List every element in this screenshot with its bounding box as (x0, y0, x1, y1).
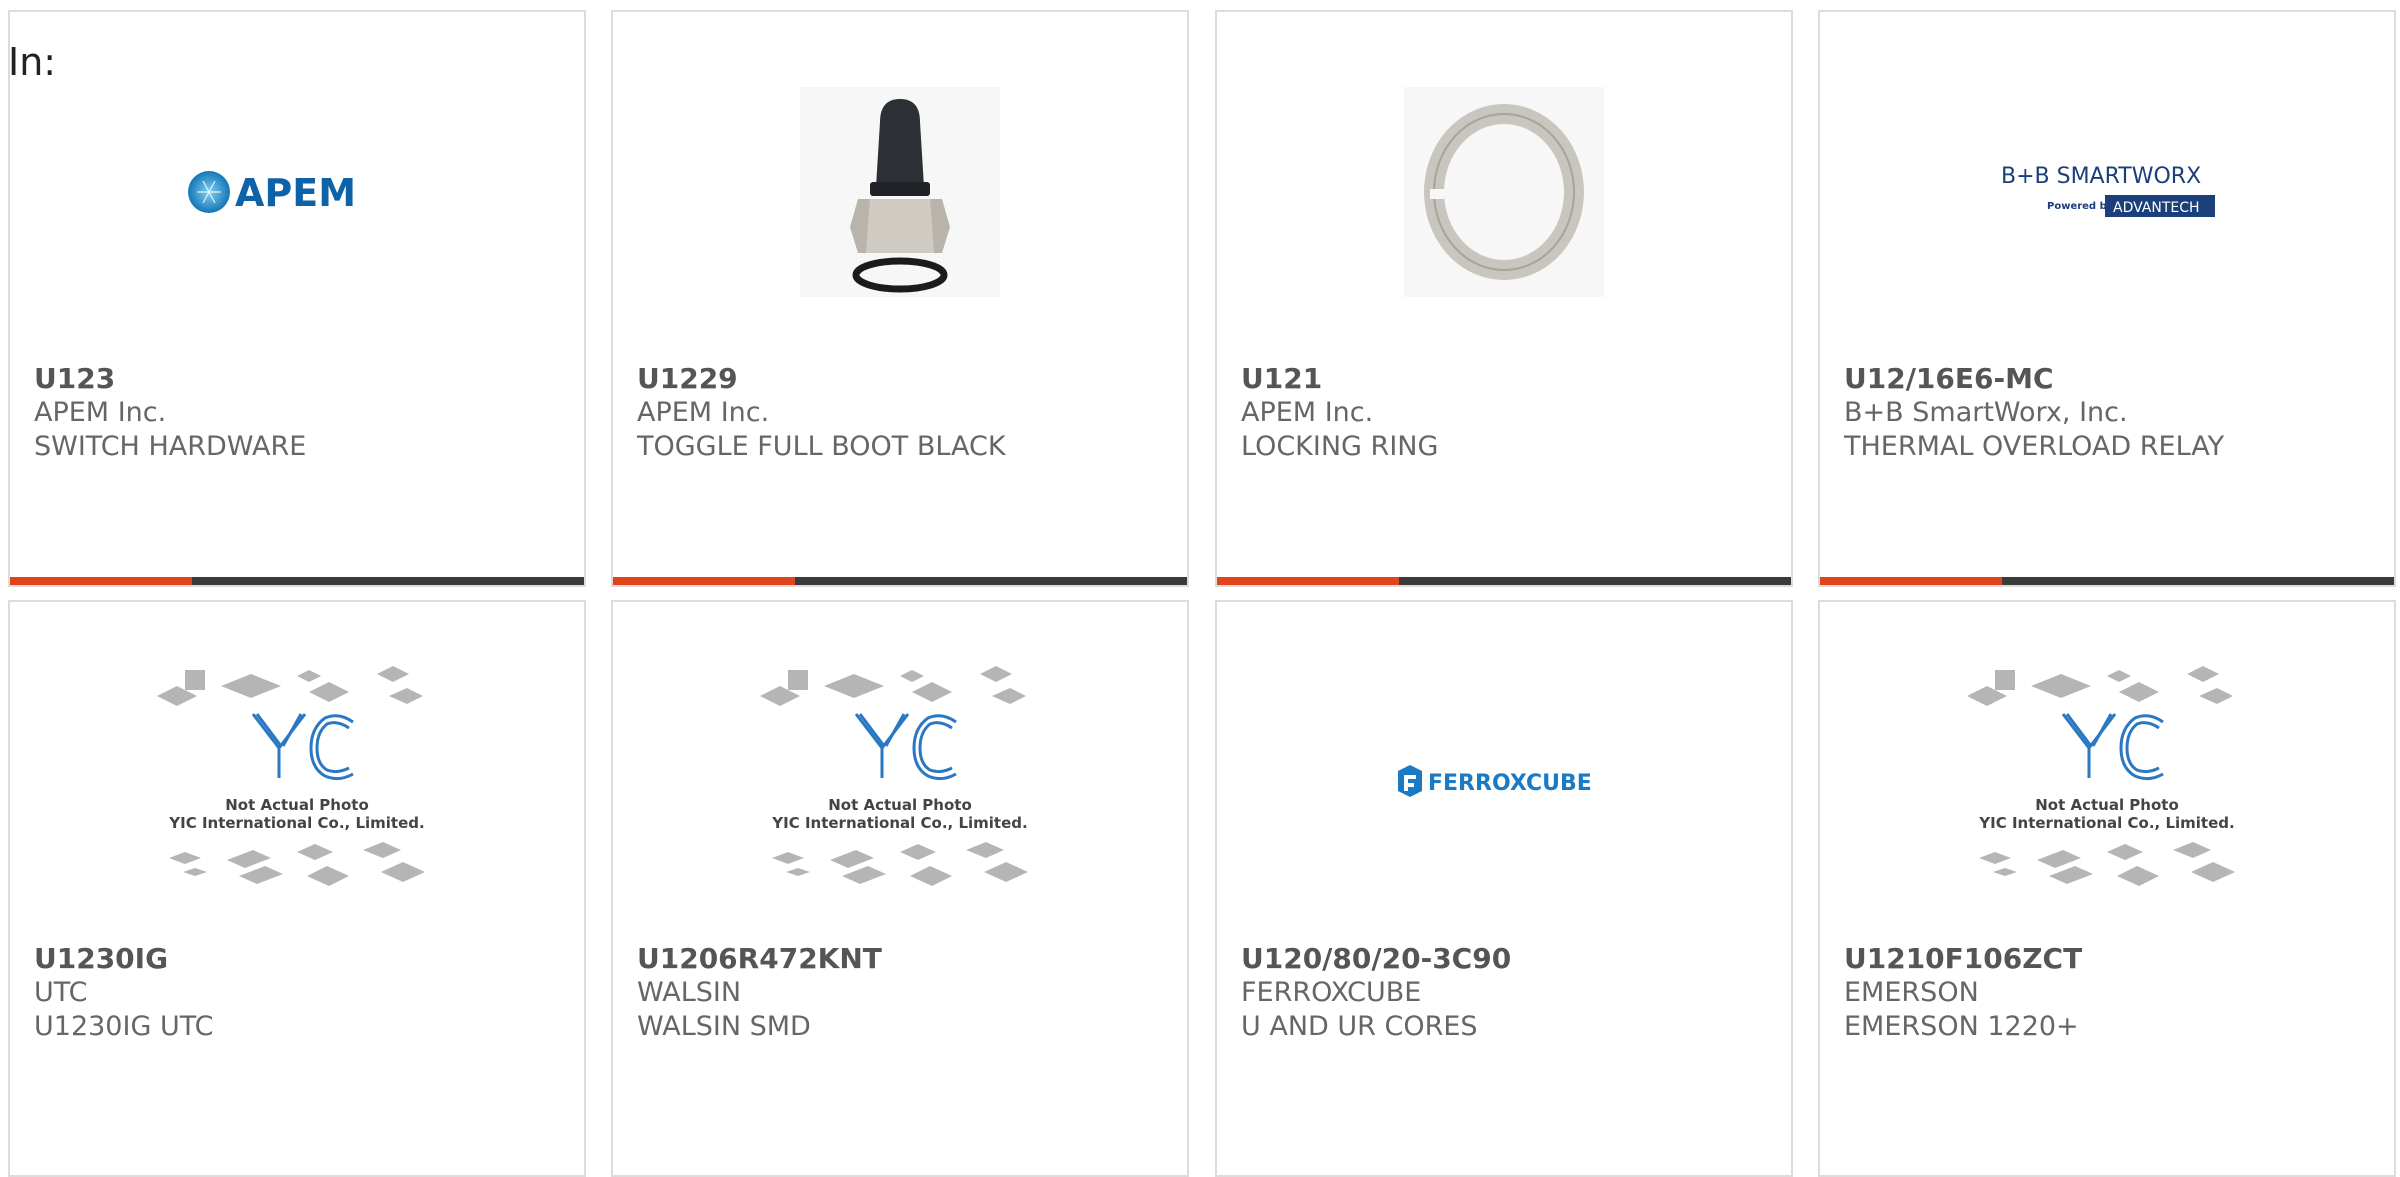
product-card[interactable]: APEM U123 APEM Inc. SWITCH HARDWARE (8, 10, 586, 587)
part-number[interactable]: U12/16E6-MC (1844, 362, 2224, 396)
description: LOCKING RING (1241, 431, 1439, 462)
manufacturer: APEM Inc. (34, 397, 167, 428)
part-number[interactable]: U121 (1241, 362, 1438, 396)
description: WALSIN SMD (637, 1011, 811, 1042)
product-card[interactable]: FERROXCUBE U120/80/20-3C90 FERROXCUBE U … (1215, 600, 1793, 1177)
part-number[interactable]: U1230IG (34, 942, 213, 976)
description: TOGGLE FULL BOOT BLACK (637, 431, 1006, 462)
part-number[interactable]: U1229 (637, 362, 1006, 396)
manufacturer: EMERSON (1844, 977, 1979, 1008)
part-number[interactable]: U1206R472KNT (637, 942, 882, 976)
description: U1230IG UTC (34, 1011, 214, 1042)
svg-text:YIC International Co., Limited: YIC International Co., Limited. (168, 814, 424, 832)
manufacturer: UTC (34, 977, 88, 1008)
manufacturer: FERROXCUBE (1241, 977, 1422, 1008)
svg-text:FERROXCUBE: FERROXCUBE (1428, 771, 1592, 796)
description: EMERSON 1220+ (1844, 1011, 2079, 1042)
apem-logo: APEM (10, 82, 584, 302)
product-card[interactable]: U121 APEM Inc. LOCKING RING (1215, 10, 1793, 587)
product-card[interactable]: U1229 APEM Inc. TOGGLE FULL BOOT BLACK (611, 10, 1189, 587)
card-bar (1217, 577, 1791, 585)
svg-text:ADVANTECH: ADVANTECH (2113, 200, 2200, 216)
svg-text:Not Actual Photo: Not Actual Photo (828, 796, 972, 814)
svg-text:Powered by: Powered by (2047, 201, 2114, 212)
ferroxcube-logo: FERROXCUBE (1217, 672, 1791, 892)
part-number[interactable]: U123 (34, 362, 306, 396)
svg-text:Not Actual Photo: Not Actual Photo (2035, 796, 2179, 814)
svg-text:YIC International Co., Limited: YIC International Co., Limited. (1978, 814, 2234, 832)
product-card[interactable]: B+B SMARTWORX Powered by ADVANTECH U12/1… (1818, 10, 2396, 587)
bb-smartworx-logo: B+B SMARTWORX Powered by ADVANTECH (1820, 82, 2394, 302)
yic-placeholder-image: Not Actual Photo YIC International Co., … (10, 666, 584, 892)
svg-text:Not Actual Photo: Not Actual Photo (225, 796, 369, 814)
manufacturer: B+B SmartWorx, Inc. (1844, 397, 2128, 428)
svg-text:YIC International Co., Limited: YIC International Co., Limited. (771, 814, 1027, 832)
product-card[interactable]: Not Actual Photo YIC International Co., … (8, 600, 586, 1177)
toggle-boot-photo (613, 82, 1187, 302)
product-card[interactable]: Not Actual Photo YIC International Co., … (611, 600, 1189, 1177)
yic-placeholder-image: Not Actual Photo YIC International Co., … (613, 666, 1187, 892)
card-bar (10, 577, 584, 585)
filter-label: In: (8, 40, 57, 84)
svg-text:APEM: APEM (235, 171, 356, 215)
svg-text:B+B SMARTWORX: B+B SMARTWORX (2001, 164, 2201, 189)
part-number[interactable]: U1210F106ZCT (1844, 942, 2082, 976)
description: THERMAL OVERLOAD RELAY (1844, 431, 2225, 462)
card-bar (613, 577, 1187, 585)
part-number[interactable]: U120/80/20-3C90 (1241, 942, 1511, 976)
manufacturer: WALSIN (637, 977, 742, 1008)
yic-placeholder-image: Not Actual Photo YIC International Co., … (1820, 666, 2394, 892)
manufacturer: APEM Inc. (637, 397, 770, 428)
locking-ring-photo (1217, 82, 1791, 302)
description: U AND UR CORES (1241, 1011, 1478, 1042)
card-bar (1820, 577, 2394, 585)
description: SWITCH HARDWARE (34, 431, 307, 462)
product-card[interactable]: Not Actual Photo YIC International Co., … (1818, 600, 2396, 1177)
manufacturer: APEM Inc. (1241, 397, 1374, 428)
